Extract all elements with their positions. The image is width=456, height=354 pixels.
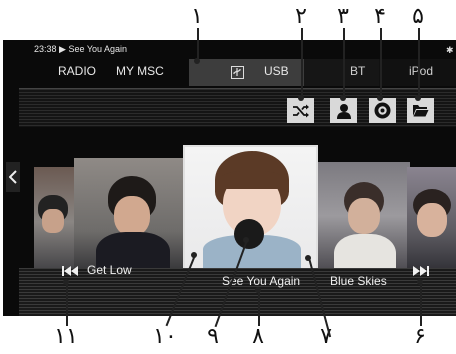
play-indicator: ▶ xyxy=(59,44,66,54)
album-play-dot[interactable] xyxy=(234,219,264,249)
tab-usb-label[interactable]: USB xyxy=(264,64,289,78)
callout-line-5 xyxy=(418,28,420,98)
callout-line-6 xyxy=(420,282,422,326)
callout-3: ٣ xyxy=(337,4,349,29)
album-cover-far-right[interactable] xyxy=(407,167,456,277)
callout-9: ٩ xyxy=(207,324,219,349)
callout-dot-8 xyxy=(255,287,261,293)
head-unit-screen: 23:38 ▶ See You Again RADIO MY MSC USB B… xyxy=(3,40,456,316)
next-track-label[interactable]: Blue Skies xyxy=(330,274,387,288)
callout-6: ۶ xyxy=(414,324,426,349)
next-track-icon[interactable] xyxy=(413,264,429,276)
album-cover-far-left[interactable] xyxy=(34,167,74,277)
album-cover-left[interactable] xyxy=(74,158,191,280)
now-playing-title: See You Again xyxy=(68,44,128,54)
tab-bt-label[interactable]: BT xyxy=(350,64,365,78)
tab-radio-label[interactable]: RADIO xyxy=(58,64,96,78)
callout-8: ٨ xyxy=(252,324,264,349)
shuffle-button[interactable] xyxy=(287,98,314,123)
prev-track-label[interactable]: Get Low xyxy=(87,263,132,277)
callout-1: ١ xyxy=(191,4,203,29)
artist-button[interactable] xyxy=(330,98,357,123)
callout-11: ١١ xyxy=(54,324,78,349)
left-arrow-button[interactable] xyxy=(6,162,20,192)
user-icon xyxy=(336,103,351,119)
callout-4: ۴ xyxy=(374,4,386,29)
callout-dot-1 xyxy=(194,58,200,64)
callout-dot-6 xyxy=(417,279,423,285)
disc-icon xyxy=(374,102,391,119)
left-arrow-icon xyxy=(9,170,17,184)
album-cover-right[interactable] xyxy=(316,162,410,282)
callout-line-11 xyxy=(66,282,68,326)
callout-dot-2 xyxy=(298,95,304,101)
callout-10: ١٠ xyxy=(153,324,177,349)
tab-bt[interactable] xyxy=(304,59,379,86)
bluetooth-icon: ✱ xyxy=(446,45,454,55)
callout-line-3 xyxy=(343,28,345,98)
callout-7: ٧ xyxy=(320,324,332,349)
callout-dot-7 xyxy=(305,255,311,261)
callout-5: ۵ xyxy=(412,4,424,29)
callout-2: ٢ xyxy=(295,4,307,29)
callout-line-4 xyxy=(380,28,382,98)
album-button[interactable] xyxy=(369,98,396,123)
album-cover-current[interactable] xyxy=(183,145,318,271)
callout-dot-5 xyxy=(415,95,421,101)
callout-dot-11 xyxy=(63,279,69,285)
callout-dot-4 xyxy=(377,95,383,101)
callout-line-8 xyxy=(258,290,260,326)
callout-line-1 xyxy=(197,28,199,61)
status-bar: 23:38 ▶ See You Again xyxy=(34,44,127,55)
clock: 23:38 xyxy=(34,44,57,54)
prev-track-icon[interactable] xyxy=(62,264,78,276)
folder-button[interactable] xyxy=(407,98,434,123)
tab-my-msc-label[interactable]: MY MSC xyxy=(116,64,164,78)
usb-icon xyxy=(231,66,244,79)
callout-dot-9 xyxy=(243,237,249,243)
callout-dot-3 xyxy=(340,95,346,101)
shuffle-icon xyxy=(292,104,309,117)
tab-ipod-label[interactable]: iPod xyxy=(409,64,433,78)
callout-line-2 xyxy=(301,28,303,98)
folder-icon xyxy=(413,105,429,117)
callout-dot-10 xyxy=(191,252,197,258)
